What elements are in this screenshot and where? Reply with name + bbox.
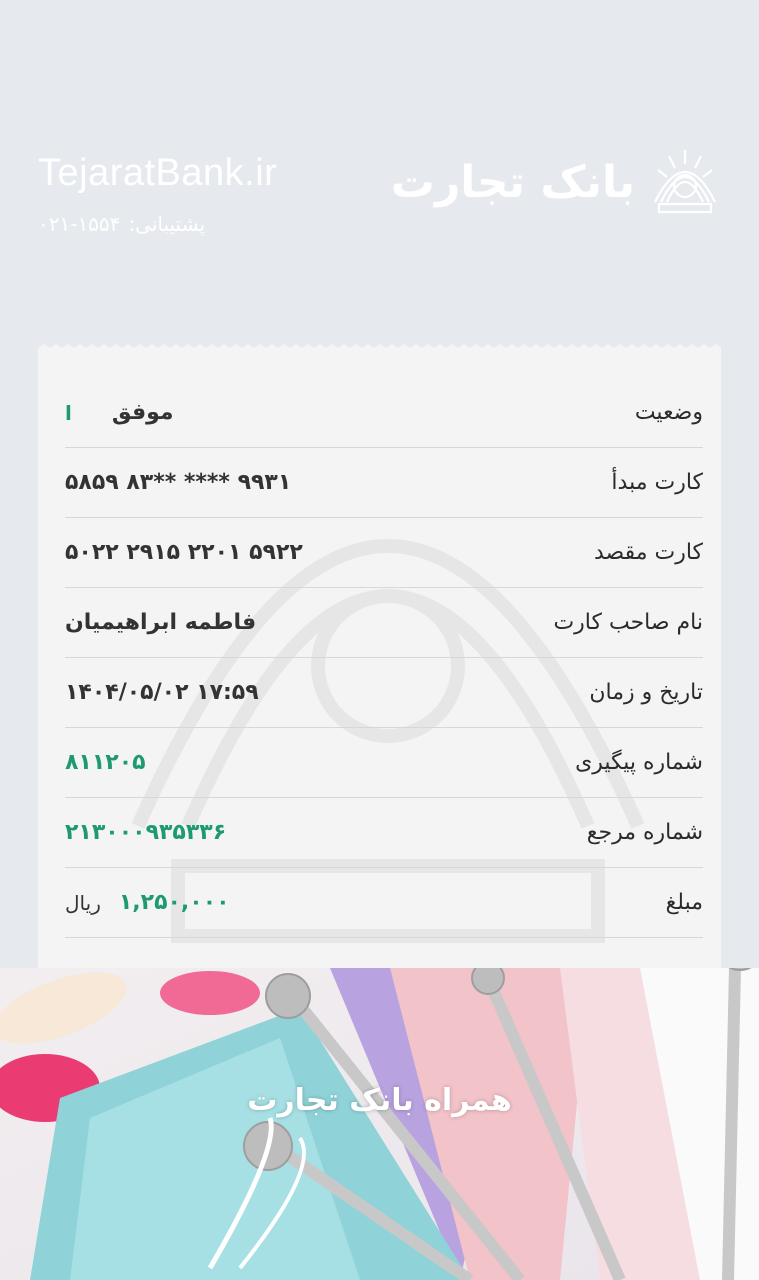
reference-value[interactable]: ۲۱۳۰۰۰۹۳۵۳۳۶ <box>65 820 226 845</box>
support-label: پشتیبانی: <box>128 212 206 236</box>
amount-value: ۱,۲۵۰,۰۰۰ <box>118 890 230 915</box>
dest-card-row: کارت مقصد ۵۰۲۲ ۲۹۱۵ ۲۲۰۱ ۵۹۲۲ <box>65 518 703 588</box>
holder-row: نام صاحب کارت فاطمه ابراهیمیان <box>65 588 703 658</box>
datetime-row: تاریخ و زمان ۱۴۰۴/۰۵/۰۲ ۱۷:۵۹ <box>65 658 703 728</box>
status-row: وضعیت ا موفق <box>65 378 703 448</box>
status-value-group: ا موفق <box>65 400 174 425</box>
reference-row: شماره مرجع ۲۱۳۰۰۰۹۳۵۳۳۶ <box>65 798 703 868</box>
support-line: پشتیبانی: ۰۲۱-۱۵۵۴ <box>38 212 205 236</box>
source-card-value: ۵۸۵۹ ۸۳** **** ۹۹۳۱ <box>65 470 292 495</box>
receipt-card: وضعیت ا موفق کارت مبدأ ۵۸۵۹ ۸۳** **** ۹۹… <box>38 344 721 978</box>
holder-value: فاطمه ابراهیمیان <box>65 610 257 635</box>
tracking-label: شماره پیگیری <box>575 750 703 775</box>
tracking-row: شماره پیگیری ۸۱۱۲۰۵ <box>65 728 703 798</box>
status-label: وضعیت <box>634 400 703 425</box>
amount-row: مبلغ ۱,۲۵۰,۰۰۰ ریال <box>65 868 703 938</box>
reference-label: شماره مرجع <box>586 820 703 845</box>
gift-banner-image <box>0 968 759 1280</box>
amount-unit: ریال <box>65 890 101 915</box>
datetime-label: تاریخ و زمان <box>589 680 703 705</box>
dest-card-label: کارت مقصد <box>593 540 703 565</box>
receipt-rows: وضعیت ا موفق کارت مبدأ ۵۸۵۹ ۸۳** **** ۹۹… <box>65 378 703 938</box>
header: TejaratBank.ir پشتیبانی: ۰۲۱-۱۵۵۴ بانک ت… <box>0 0 759 300</box>
amount-group: ۱,۲۵۰,۰۰۰ ریال <box>65 890 230 915</box>
source-card-row: کارت مبدأ ۵۸۵۹ ۸۳** **** ۹۹۳۱ <box>65 448 703 518</box>
amount-label: مبلغ <box>665 890 703 915</box>
banner-title: همراه بانک تجارت <box>247 1083 512 1118</box>
holder-label: نام صاحب کارت <box>553 610 703 635</box>
dest-card-value: ۵۰۲۲ ۲۹۱۵ ۲۲۰۱ ۵۹۲۲ <box>65 540 303 565</box>
site-name: TejaratBank.ir <box>38 152 278 194</box>
source-card-label: کارت مبدأ <box>611 470 703 495</box>
datetime-value: ۱۴۰۴/۰۵/۰۲ ۱۷:۵۹ <box>65 680 259 705</box>
support-phone: ۰۲۱-۱۵۵۴ <box>38 212 121 236</box>
logo-text: بانک تجارت <box>390 156 635 208</box>
bank-emblem-icon <box>654 150 716 214</box>
receipt-top-edge <box>38 344 721 356</box>
status-value: موفق <box>111 400 174 425</box>
tracking-value[interactable]: ۸۱۱۲۰۵ <box>65 750 146 775</box>
bank-logo: بانک تجارت <box>391 144 723 220</box>
status-mark: ا <box>65 400 72 425</box>
